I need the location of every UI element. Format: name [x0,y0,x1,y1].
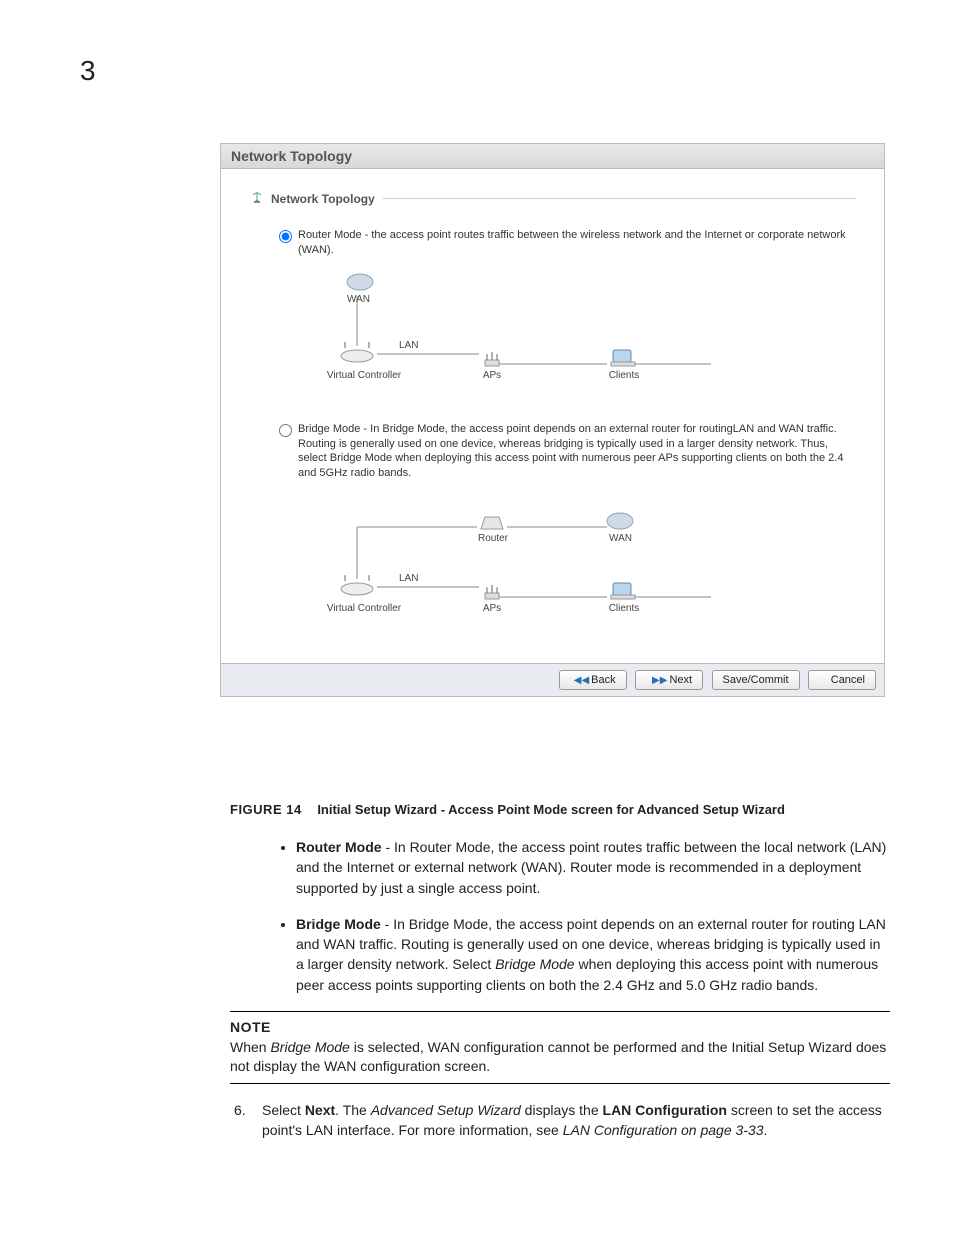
figure-label: FIGURE 14 [230,802,302,817]
step-text: Select Next. The Advanced Setup Wizard d… [262,1100,890,1141]
aps-label: APs [479,370,505,381]
step-c: displays the [521,1102,603,1118]
figure-title: Initial Setup Wizard - Access Point Mode… [317,802,785,817]
note-text: When Bridge Mode is selected, WAN config… [230,1038,890,1077]
back-button[interactable]: ◀◀Back [559,670,627,690]
note-italic: Bridge Mode [270,1039,349,1055]
bridge-mode-italic: Bridge Mode [495,956,574,972]
save-commit-button[interactable]: Save/Commit [712,670,800,690]
lan-label: LAN [399,340,418,351]
cloud-icon [345,270,375,295]
cancel-button[interactable]: Cancel [808,670,876,690]
vc-label: Virtual Controller [319,603,409,614]
note-label: NOTE [230,1018,890,1038]
router-mode-option[interactable]: Router Mode - the access point routes tr… [279,228,856,258]
next-label: Next [669,674,692,686]
router-mode-bullet: Router Mode - In Router Mode, the access… [296,837,890,898]
mode-description-list: Router Mode - In Router Mode, the access… [296,837,890,995]
bridge-mode-text: Bridge Mode - In Bridge Mode, the access… [298,422,856,481]
step-wizard: Advanced Setup Wizard [371,1102,521,1118]
note-block: NOTE When Bridge Mode is selected, WAN c… [230,1011,890,1084]
bridge-mode-option[interactable]: Bridge Mode - In Bridge Mode, the access… [279,422,856,481]
antenna-icon [249,189,265,208]
next-button[interactable]: ▶▶Next [635,670,703,690]
aps-label: APs [479,603,505,614]
clients-label: Clients [605,603,643,614]
step-a: Select [262,1102,305,1118]
group-header: Network Topology [249,189,856,208]
panel-title: Network Topology [221,144,884,169]
bridge-mode-radio[interactable] [279,424,292,437]
vc-label: Virtual Controller [319,370,409,381]
step-lan: LAN Configuration [603,1102,727,1118]
router-mode-rest: - In Router Mode, the access point route… [296,839,886,896]
controller-icon [339,342,375,367]
network-topology-panel: Network Topology Network Topology Router… [220,143,885,697]
router-mode-text: Router Mode - the access point routes tr… [298,228,856,258]
step-next: Next [305,1102,335,1118]
lan-label: LAN [399,573,418,584]
wan-label: WAN [347,294,370,305]
bridge-mode-lead: Bridge Mode [296,916,381,932]
router-mode-radio[interactable] [279,230,292,243]
forward-icon: ▶▶ [652,675,667,686]
router-mode-diagram: WAN LAN Virtual Controller APs Clients [319,270,856,400]
panel-footer: ◀◀Back ▶▶Next Save/Commit Cancel [221,663,884,696]
divider [383,198,856,199]
step-number: 6. [234,1100,262,1141]
note-a: When [230,1039,270,1055]
step-ref: LAN Configuration on page 3-33 [563,1122,764,1138]
figure-caption: FIGURE 14 Initial Setup Wizard - Access … [230,802,890,817]
step-b: . The [335,1102,371,1118]
cloud-icon [605,509,635,534]
controller-icon [339,575,375,600]
router-mode-lead: Router Mode [296,839,382,855]
wan-label: WAN [609,533,632,544]
step-6: 6. Select Next. The Advanced Setup Wizar… [230,1100,890,1141]
clients-label: Clients [605,370,643,381]
step-e: . [764,1122,768,1138]
bridge-mode-bullet: Bridge Mode - In Bridge Mode, the access… [296,914,890,995]
router-label: Router [475,533,511,544]
back-label: Back [591,674,615,686]
page-number: 3 [80,55,96,87]
rewind-icon: ◀◀ [574,675,589,686]
bridge-mode-diagram: Router WAN LAN Virtual Controller APs Cl… [319,493,856,633]
group-label: Network Topology [271,192,375,206]
